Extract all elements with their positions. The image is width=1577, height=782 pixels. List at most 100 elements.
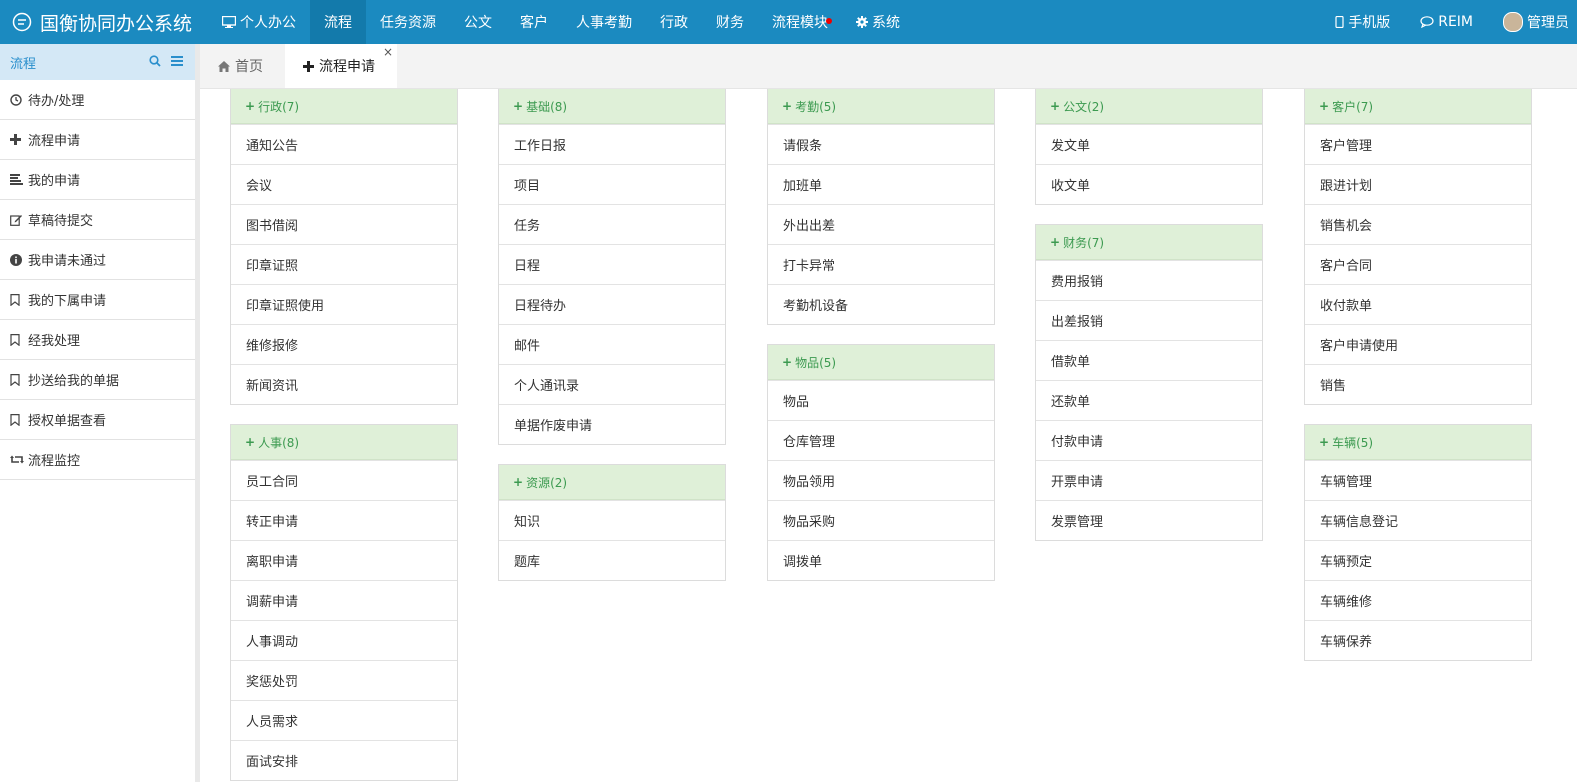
process-link[interactable]: 销售 bbox=[1305, 364, 1531, 404]
process-link[interactable]: 销售机会 bbox=[1305, 204, 1531, 244]
process-link[interactable]: 仓库管理 bbox=[768, 420, 994, 460]
plus-icon: + bbox=[513, 99, 524, 113]
panel-header[interactable]: + 行政(7) bbox=[231, 89, 457, 124]
process-link[interactable]: 印章证照 bbox=[231, 244, 457, 284]
process-link[interactable]: 发文单 bbox=[1036, 124, 1262, 164]
panel-header[interactable]: + 基础(8) bbox=[499, 89, 725, 124]
process-link[interactable]: 出差报销 bbox=[1036, 300, 1262, 340]
process-link[interactable]: 车辆管理 bbox=[1305, 460, 1531, 500]
process-link[interactable]: 日程待办 bbox=[499, 284, 725, 324]
process-link[interactable]: 跟进计划 bbox=[1305, 164, 1531, 204]
panel-header[interactable]: + 物品(5) bbox=[768, 345, 994, 380]
user-menu[interactable]: 管理员 bbox=[1503, 12, 1569, 32]
reim-link[interactable]: REIM bbox=[1420, 14, 1473, 30]
search-icon[interactable] bbox=[149, 55, 161, 71]
sidebar-item-1[interactable]: 流程申请 bbox=[0, 120, 195, 160]
tab-process-apply[interactable]: 流程申请 bbox=[285, 44, 397, 88]
nav-item-9[interactable]: 系统 bbox=[842, 0, 914, 44]
process-link[interactable]: 单据作废申请 bbox=[499, 404, 725, 444]
process-link[interactable]: 新闻资讯 bbox=[231, 364, 457, 404]
process-link[interactable]: 日程 bbox=[499, 244, 725, 284]
sidebar-item-9[interactable]: 流程监控 bbox=[0, 440, 195, 480]
process-link[interactable]: 客户申请使用 bbox=[1305, 324, 1531, 364]
sidebar-item-7[interactable]: 抄送给我的单据 bbox=[0, 360, 195, 400]
sidebar-item-4[interactable]: 我申请未通过 bbox=[0, 240, 195, 280]
process-link[interactable]: 车辆保养 bbox=[1305, 620, 1531, 660]
panel-header[interactable]: + 公文(2) bbox=[1036, 89, 1262, 124]
process-link[interactable]: 费用报销 bbox=[1036, 260, 1262, 300]
nav-item-4[interactable]: 客户 bbox=[506, 0, 562, 44]
process-link[interactable]: 物品 bbox=[768, 380, 994, 420]
sidebar-item-label: 流程申请 bbox=[28, 134, 81, 149]
sidebar-item-5[interactable]: 我的下属申请 bbox=[0, 280, 195, 320]
process-link[interactable]: 外出出差 bbox=[768, 204, 994, 244]
process-link[interactable]: 任务 bbox=[499, 204, 725, 244]
brand[interactable]: 国衡协同办公系统 bbox=[12, 0, 192, 44]
process-link[interactable]: 收付款单 bbox=[1305, 284, 1531, 324]
process-link[interactable]: 项目 bbox=[499, 164, 725, 204]
sidebar-item-2[interactable]: 我的申请 bbox=[0, 160, 195, 200]
nav-item-7[interactable]: 财务 bbox=[702, 0, 758, 44]
panel-header[interactable]: + 客户(7) bbox=[1305, 89, 1531, 124]
process-link[interactable]: 维修报修 bbox=[231, 324, 457, 364]
process-link[interactable]: 车辆预定 bbox=[1305, 540, 1531, 580]
sidebar-item-label: 我的下属申请 bbox=[28, 294, 107, 309]
nav-item-0[interactable]: 个人办公 bbox=[208, 0, 310, 44]
nav-item-2[interactable]: 任务资源 bbox=[366, 0, 450, 44]
sidebar-header: 流程 bbox=[0, 44, 195, 80]
process-link[interactable]: 考勤机设备 bbox=[768, 284, 994, 324]
process-link[interactable]: 员工合同 bbox=[231, 460, 457, 500]
sidebar-item-0[interactable]: 待办/处理 bbox=[0, 80, 195, 120]
nav-item-8[interactable]: 流程模块 bbox=[758, 0, 842, 44]
process-link[interactable]: 开票申请 bbox=[1036, 460, 1262, 500]
process-link[interactable]: 付款申请 bbox=[1036, 420, 1262, 460]
process-link[interactable]: 印章证照使用 bbox=[231, 284, 457, 324]
process-link[interactable]: 知识 bbox=[499, 500, 725, 540]
process-link[interactable]: 收文单 bbox=[1036, 164, 1262, 204]
process-link[interactable]: 人事调动 bbox=[231, 620, 457, 660]
nav-item-6[interactable]: 行政 bbox=[646, 0, 702, 44]
process-link[interactable]: 工作日报 bbox=[499, 124, 725, 164]
sidebar-item-8[interactable]: 授权单据查看 bbox=[0, 400, 195, 440]
process-link[interactable]: 人员需求 bbox=[231, 700, 457, 740]
process-link[interactable]: 物品采购 bbox=[768, 500, 994, 540]
process-link[interactable]: 图书借阅 bbox=[231, 204, 457, 244]
process-link[interactable]: 客户管理 bbox=[1305, 124, 1531, 164]
process-link[interactable]: 奖惩处罚 bbox=[231, 660, 457, 700]
process-link[interactable]: 转正申请 bbox=[231, 500, 457, 540]
notification-dot bbox=[826, 18, 832, 24]
process-link[interactable]: 题库 bbox=[499, 540, 725, 580]
process-link[interactable]: 借款单 bbox=[1036, 340, 1262, 380]
process-link[interactable]: 还款单 bbox=[1036, 380, 1262, 420]
process-link[interactable]: 调薪申请 bbox=[231, 580, 457, 620]
nav-item-1[interactable]: 流程 bbox=[310, 0, 366, 44]
panel-header[interactable]: + 资源(2) bbox=[499, 465, 725, 500]
process-link[interactable]: 车辆信息登记 bbox=[1305, 500, 1531, 540]
process-link[interactable]: 发票管理 bbox=[1036, 500, 1262, 540]
process-link[interactable]: 调拨单 bbox=[768, 540, 994, 580]
nav-item-5[interactable]: 人事考勤 bbox=[562, 0, 646, 44]
panel-header[interactable]: + 考勤(5) bbox=[768, 89, 994, 124]
process-link[interactable]: 通知公告 bbox=[231, 124, 457, 164]
sidebar-item-3[interactable]: 草稿待提交 bbox=[0, 200, 195, 240]
process-link[interactable]: 个人通讯录 bbox=[499, 364, 725, 404]
process-link[interactable]: 邮件 bbox=[499, 324, 725, 364]
tab-home[interactable]: 首页 bbox=[200, 44, 281, 88]
mobile-version-link[interactable]: 手机版 bbox=[1335, 12, 1390, 32]
panel-header[interactable]: + 财务(7) bbox=[1036, 225, 1262, 260]
process-link[interactable]: 物品领用 bbox=[768, 460, 994, 500]
process-link[interactable]: 加班单 bbox=[768, 164, 994, 204]
process-link[interactable]: 离职申请 bbox=[231, 540, 457, 580]
menu-icon[interactable] bbox=[171, 55, 183, 71]
close-icon[interactable]: × bbox=[383, 45, 393, 59]
panel-header[interactable]: + 车辆(5) bbox=[1305, 425, 1531, 460]
process-link[interactable]: 面试安排 bbox=[231, 740, 457, 780]
process-link[interactable]: 会议 bbox=[231, 164, 457, 204]
nav-item-3[interactable]: 公文 bbox=[450, 0, 506, 44]
process-link[interactable]: 车辆维修 bbox=[1305, 580, 1531, 620]
panel-header[interactable]: + 人事(8) bbox=[231, 425, 457, 460]
process-link[interactable]: 客户合同 bbox=[1305, 244, 1531, 284]
process-link[interactable]: 请假条 bbox=[768, 124, 994, 164]
sidebar-item-6[interactable]: 经我处理 bbox=[0, 320, 195, 360]
process-link[interactable]: 打卡异常 bbox=[768, 244, 994, 284]
